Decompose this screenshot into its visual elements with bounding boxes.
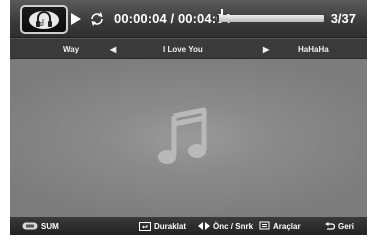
pause-label: Duraklat — [154, 221, 187, 231]
next-track-title[interactable]: HaHaHa — [298, 45, 329, 54]
progress-fill — [217, 15, 219, 22]
tools-icon — [259, 221, 270, 230]
current-track-title: I Love You — [163, 45, 203, 54]
sum-button[interactable]: SUM — [22, 217, 59, 235]
back-button[interactable]: Geri — [325, 217, 354, 235]
left-arrow-icon[interactable]: ◀ — [110, 45, 116, 54]
usb-device-icon — [22, 222, 38, 230]
pause-button[interactable]: Duraklat — [139, 217, 186, 235]
album-art-area — [10, 60, 367, 217]
progress-bar[interactable] — [217, 15, 324, 22]
prev-next-button[interactable]: Önc / Snrk — [198, 217, 253, 235]
playback-bar: 00:00:04 / 00:04:04 3/37 — [10, 0, 367, 38]
tools-label: Araçlar — [273, 221, 301, 231]
play-icon[interactable] — [71, 13, 81, 25]
return-icon — [325, 221, 335, 230]
prev-next-label: Önc / Snrk — [213, 221, 254, 231]
music-note-icon — [158, 107, 207, 164]
progress-knob[interactable] — [221, 9, 223, 15]
repeat-icon[interactable] — [89, 11, 105, 27]
tools-button[interactable]: Araçlar — [259, 217, 301, 235]
back-label: Geri — [338, 221, 355, 231]
enter-icon — [139, 221, 151, 231]
track-strip: Way ◀ I Love You ▶ HaHaHa — [10, 38, 367, 59]
headphones-music-icon — [29, 10, 59, 29]
sum-label: SUM — [41, 221, 59, 231]
track-counter: 3/37 — [330, 11, 356, 26]
right-arrow-icon[interactable]: ▶ — [263, 45, 269, 54]
playback-time: 00:00:04 / 00:04:04 — [114, 11, 231, 26]
left-right-arrows-icon — [198, 222, 210, 230]
music-mode-button[interactable] — [20, 5, 68, 34]
music-player-screen: 00:00:04 / 00:04:04 3/37 Way ◀ I Love Yo… — [10, 0, 367, 235]
previous-track-title[interactable]: Way — [63, 45, 79, 54]
bottom-help-bar: SUM Duraklat Önc / Snrk Araçlar Geri — [10, 217, 367, 235]
